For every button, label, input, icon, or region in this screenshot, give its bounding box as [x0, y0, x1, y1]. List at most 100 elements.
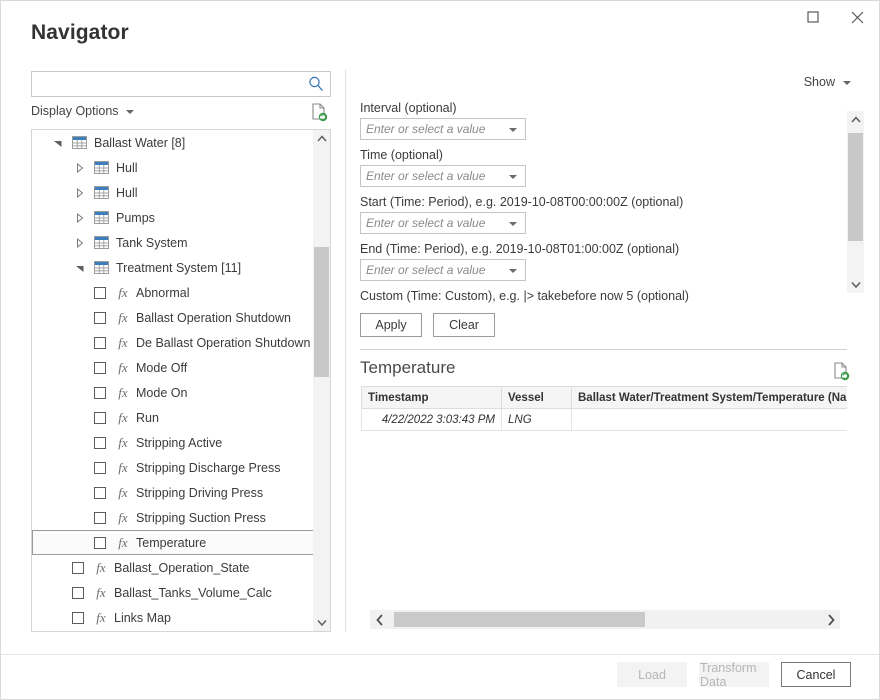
- tree-item-node[interactable]: fxDe Ballast Operation Shutdown: [32, 330, 314, 355]
- scroll-down-icon[interactable]: [313, 614, 330, 631]
- parameter-combobox[interactable]: [360, 118, 526, 140]
- tree-folder-node[interactable]: Hull: [32, 180, 314, 205]
- table-column-header[interactable]: Vessel: [502, 387, 572, 409]
- scroll-up-icon[interactable]: [847, 111, 864, 128]
- search-icon[interactable]: [307, 75, 325, 93]
- tree-node-label: Temperature: [136, 536, 206, 550]
- tree-item-node[interactable]: fxLinks Map: [32, 605, 314, 630]
- tree-item-checkbox[interactable]: [94, 412, 106, 424]
- search-input[interactable]: [32, 72, 304, 96]
- table-column-header[interactable]: Ballast Water/Treatment System/Temperatu…: [572, 387, 848, 409]
- parameter-label: End (Time: Period), e.g. 2019-10-08T01:0…: [360, 242, 846, 256]
- tree-item-checkbox[interactable]: [72, 612, 84, 624]
- preview-table-container[interactable]: TimestampVesselBallast Water/Treatment S…: [361, 386, 847, 431]
- chevron-down-icon[interactable]: [509, 128, 517, 132]
- tree-item-checkbox[interactable]: [94, 487, 106, 499]
- function-icon: fx: [114, 435, 132, 451]
- parameter-input[interactable]: [361, 260, 501, 280]
- scroll-down-icon[interactable]: [847, 276, 864, 293]
- tree-item-checkbox[interactable]: [94, 537, 106, 549]
- chevron-down-icon[interactable]: [509, 175, 517, 179]
- expander-expanded-icon[interactable]: [50, 135, 66, 151]
- scroll-up-icon[interactable]: [313, 130, 330, 147]
- horizontal-scroll-thumb[interactable]: [394, 612, 645, 627]
- expander-expanded-icon[interactable]: [72, 260, 88, 276]
- table-column-header[interactable]: Timestamp: [362, 387, 502, 409]
- tree-vertical-scrollbar[interactable]: [313, 130, 330, 631]
- tree-item-checkbox[interactable]: [94, 512, 106, 524]
- parameter-fields: Interval (optional)Time (optional)Start …: [360, 101, 846, 281]
- tree-folder-node[interactable]: Pumps: [32, 205, 314, 230]
- tree-item-node[interactable]: fxBallast_Tanks_Volume_Calc: [32, 580, 314, 605]
- chevron-down-icon: [843, 81, 851, 85]
- maximize-icon[interactable]: [791, 1, 835, 33]
- tree-item-checkbox[interactable]: [94, 437, 106, 449]
- tree-item-checkbox[interactable]: [94, 387, 106, 399]
- tree-item-node[interactable]: fxBallast Operation Shutdown: [32, 305, 314, 330]
- clear-button[interactable]: Clear: [433, 313, 495, 337]
- close-icon[interactable]: [835, 1, 879, 33]
- expander-collapsed-icon[interactable]: [72, 235, 88, 251]
- tree-node-label: Mode Off: [136, 361, 187, 375]
- table-row[interactable]: 4/22/2022 3:03:43 PMLNG0.24740395: [362, 409, 848, 431]
- parameter-input[interactable]: [361, 166, 501, 186]
- tree-item-checkbox[interactable]: [94, 287, 106, 299]
- chevron-down-icon[interactable]: [509, 222, 517, 226]
- tree-item-node[interactable]: fxRun: [32, 405, 314, 430]
- tree-item-checkbox[interactable]: [94, 462, 106, 474]
- scroll-right-icon[interactable]: [821, 610, 840, 629]
- table-cell: 0.24740395: [572, 409, 848, 431]
- tree-item-node[interactable]: fxMode Off: [32, 355, 314, 380]
- tree-item-node[interactable]: fxBallast_Operation_State: [32, 555, 314, 580]
- parameter-combobox[interactable]: [360, 259, 526, 281]
- tree-item-checkbox[interactable]: [72, 587, 84, 599]
- tree-item-node[interactable]: fxAbnormal: [32, 280, 314, 305]
- parameter-combobox[interactable]: [360, 165, 526, 187]
- parameter-input[interactable]: [361, 213, 501, 233]
- chevron-down-icon[interactable]: [509, 269, 517, 273]
- tree-item-checkbox[interactable]: [94, 312, 106, 324]
- expander-collapsed-icon[interactable]: [72, 160, 88, 176]
- parameters-vertical-scrollbar[interactable]: [847, 111, 864, 293]
- tree-folder-node[interactable]: Treatment System [11]: [32, 255, 314, 280]
- parameter-input[interactable]: [361, 119, 501, 139]
- tree-node-label: Stripping Active: [136, 436, 222, 450]
- refresh-document-icon[interactable]: [832, 361, 850, 381]
- show-dropdown[interactable]: Show: [804, 75, 851, 89]
- search-box[interactable]: [31, 71, 331, 97]
- scroll-left-icon[interactable]: [370, 610, 389, 629]
- tree-item-node[interactable]: fxMode On: [32, 380, 314, 405]
- apply-button[interactable]: Apply: [360, 313, 422, 337]
- parameters-scroll-thumb[interactable]: [848, 133, 863, 241]
- tree-folder-node[interactable]: Ballast Water [8]: [32, 130, 314, 155]
- tree-item-checkbox[interactable]: [94, 362, 106, 374]
- table-icon: [72, 136, 87, 149]
- parameter-combobox[interactable]: [360, 212, 526, 234]
- tree-item-node[interactable]: fx Stripping Active: [32, 430, 314, 455]
- tree-item-node[interactable]: fxStripping Discharge Press: [32, 455, 314, 480]
- show-label: Show: [804, 75, 835, 89]
- tree-item-node[interactable]: fxTemperature: [32, 530, 314, 555]
- refresh-document-icon[interactable]: [310, 102, 328, 122]
- parameter-label: Start (Time: Period), e.g. 2019-10-08T00…: [360, 195, 846, 209]
- tree-item-node[interactable]: fxStripping Driving Press: [32, 480, 314, 505]
- table-cell: 4/22/2022 3:03:43 PM: [362, 409, 502, 431]
- expander-collapsed-icon[interactable]: [72, 210, 88, 226]
- display-options-row: Display Options: [31, 104, 331, 122]
- tree-folder-node[interactable]: Hull: [32, 155, 314, 180]
- expander-collapsed-icon[interactable]: [72, 185, 88, 201]
- tree-item-checkbox[interactable]: [94, 337, 106, 349]
- load-button[interactable]: Load: [617, 662, 687, 687]
- cancel-button[interactable]: Cancel: [781, 662, 851, 687]
- tree-scroll-thumb[interactable]: [314, 247, 329, 377]
- tree-item-checkbox[interactable]: [72, 562, 84, 574]
- tree-folder-node[interactable]: Tank System: [32, 230, 314, 255]
- preview-horizontal-scrollbar[interactable]: [370, 610, 840, 629]
- function-icon: fx: [114, 485, 132, 501]
- transform-data-button[interactable]: Transform Data: [699, 662, 769, 687]
- parameter-label: Time (optional): [360, 148, 846, 162]
- tree-item-node[interactable]: fxStripping Suction Press: [32, 505, 314, 530]
- navigator-dialog: Navigator Display Options: [0, 0, 880, 700]
- display-options-dropdown[interactable]: Display Options: [31, 104, 134, 118]
- tree-list[interactable]: Ballast Water [8]HullHullPumpsTank Syste…: [32, 130, 314, 631]
